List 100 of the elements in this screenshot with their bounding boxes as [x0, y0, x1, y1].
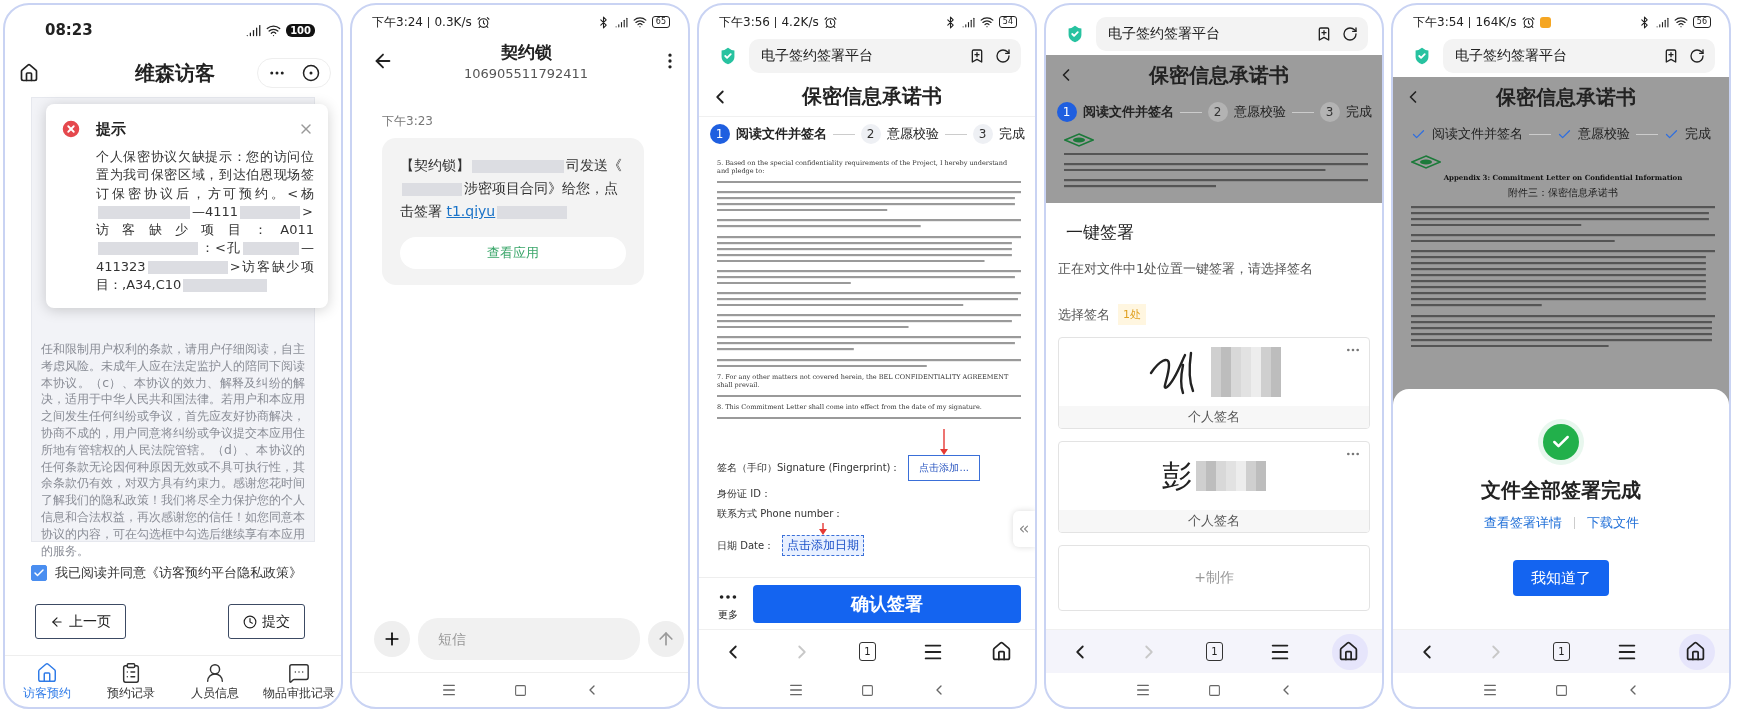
tab-bar-item[interactable]: 人员信息	[173, 656, 257, 707]
home-icon	[36, 662, 58, 684]
step-label: 阅读文件并签名	[1082, 103, 1174, 121]
consent-checkbox[interactable]	[31, 565, 47, 581]
page-title: 保密信息承诺书	[801, 83, 943, 110]
network-speed: 164K/s	[1475, 15, 1517, 29]
refresh-icon[interactable]	[995, 48, 1011, 64]
wifi-icon	[979, 15, 994, 29]
address-bar[interactable]: 电子签约签署平台	[749, 39, 1021, 73]
wifi-icon	[1673, 15, 1688, 29]
tab-bar-item[interactable]: 访客预约	[5, 656, 89, 707]
status-time: 下午3:54	[1413, 13, 1464, 31]
chat-icon	[288, 662, 310, 684]
home-icon[interactable]	[990, 641, 1012, 662]
link[interactable]: 下载文件	[1586, 514, 1639, 532]
step-label: 完成	[1345, 103, 1372, 121]
redacted-mosaic	[1211, 347, 1281, 397]
got-it-button[interactable]: 我知道了	[1513, 560, 1609, 596]
field-label: 日期 Date：	[717, 538, 775, 553]
assistant-bubble-icon[interactable]	[1679, 634, 1715, 670]
message-text: 【契约锁】 司发送《 涉密项目合同》给您，点击签署 t1.qiyu	[400, 156, 623, 221]
tabs-button[interactable]: 1	[1205, 642, 1223, 661]
logo-icon	[1411, 155, 1441, 169]
dialog-title: 提示	[96, 119, 127, 139]
tab-bar-item[interactable]: 预约记录	[89, 656, 173, 707]
target-icon[interactable]	[302, 64, 320, 82]
bookmark-icon[interactable]	[1663, 48, 1679, 64]
contact-name: 契约锁	[500, 41, 552, 64]
appendix-subtitle: 附件三：保密信息承诺书	[1507, 186, 1619, 200]
home-icon[interactable]	[1684, 641, 1706, 662]
signature-text: 彭	[1162, 456, 1192, 495]
tab-bar-item[interactable]: 物品审批记录	[257, 656, 341, 707]
annotation-arrow	[819, 523, 828, 536]
field-label: 联系方式 Phone number：	[717, 507, 844, 522]
clipboard-icon	[120, 662, 142, 684]
confirm-sign-button[interactable]: 确认签署	[753, 584, 1021, 623]
bookmark-icon[interactable]	[969, 48, 985, 64]
signature-card[interactable]: 个人签名	[1058, 337, 1370, 429]
tabs-button[interactable]: 1	[858, 642, 876, 661]
signal-icon	[614, 15, 628, 29]
consent-label: 我已阅读并同意《访客预约平台隐私政策》	[55, 564, 302, 582]
status-time: 下午3:24	[372, 13, 423, 31]
step-label: 阅读文件并签名	[735, 125, 827, 143]
alarm-icon	[1521, 15, 1535, 29]
capsule-menu[interactable]	[257, 58, 331, 88]
address-bar[interactable]: 电子签约签署平台	[1096, 17, 1368, 51]
add-date-button[interactable]: 点击添加日期	[782, 535, 865, 557]
app-title: 维森访客	[135, 59, 215, 87]
submit-button[interactable]: 提交	[228, 604, 305, 639]
battery-indicator: 56	[1692, 16, 1711, 28]
address-bar[interactable]: 电子签约签署平台	[1443, 39, 1715, 73]
result-title: 文件全部签署完成	[1481, 477, 1641, 504]
signal-icon	[961, 15, 975, 29]
signature-card[interactable]: 彭 个人签名	[1058, 441, 1370, 533]
field-label: 身份证 ID：	[717, 487, 771, 502]
home-square-icon[interactable]	[513, 683, 527, 697]
count-badge: 1处	[1118, 304, 1146, 325]
add-button[interactable]	[374, 621, 410, 657]
add-signature-button[interactable]: 点击添加...	[908, 455, 981, 482]
wifi-icon	[266, 22, 282, 38]
step-label: 意愿校验	[1578, 125, 1630, 143]
page-title: 保密信息承诺书	[1495, 83, 1637, 111]
link[interactable]: t1.qiyu	[446, 203, 496, 219]
step-number: 3	[972, 124, 993, 144]
message-input[interactable]: 短信	[418, 618, 640, 660]
step-label: 意愿校验	[1233, 103, 1286, 121]
redacted-mosaic	[1196, 461, 1266, 491]
battery-indicator: 100	[286, 23, 315, 37]
home-icon[interactable]	[19, 63, 39, 83]
step-number: 1	[709, 124, 730, 144]
previous-page-button[interactable]: 上一页	[35, 604, 126, 639]
network-speed: 4.2K/s	[781, 15, 819, 29]
home-icon[interactable]	[1337, 641, 1359, 662]
step-label: 阅读文件并签名	[1432, 125, 1523, 143]
double-chevron-icon	[1017, 522, 1031, 536]
logo-icon	[1064, 133, 1094, 147]
assistant-bubble-icon[interactable]	[1332, 634, 1368, 670]
field-label: 签名（手印）Signature (Fingerprint)：	[717, 461, 901, 476]
refresh-icon[interactable]	[1342, 26, 1358, 42]
check-icon	[33, 567, 45, 579]
home-square-icon[interactable]	[860, 683, 874, 697]
step-number: 1	[1056, 102, 1077, 122]
link[interactable]: 查看签署详情	[1483, 514, 1562, 532]
refresh-icon[interactable]	[1689, 48, 1705, 64]
battery-indicator: 65	[651, 16, 670, 28]
step-number: 2	[1207, 102, 1228, 122]
signal-icon	[1655, 15, 1669, 29]
bookmark-icon[interactable]	[1316, 26, 1332, 42]
clock-icon	[243, 614, 257, 629]
tabs-button[interactable]: 1	[1552, 642, 1570, 661]
home-square-icon[interactable]	[1554, 683, 1568, 697]
page-title: 保密信息承诺书	[1148, 61, 1290, 89]
network-speed: 0.3K/s	[434, 15, 472, 29]
more-label[interactable]: 更多	[718, 607, 738, 622]
step-label: 完成	[1685, 125, 1711, 143]
redaction-block	[240, 205, 301, 219]
home-square-icon[interactable]	[1207, 683, 1221, 697]
status-time: 08:23	[45, 21, 93, 39]
signal-icon	[246, 22, 262, 38]
redaction-block	[243, 242, 299, 256]
